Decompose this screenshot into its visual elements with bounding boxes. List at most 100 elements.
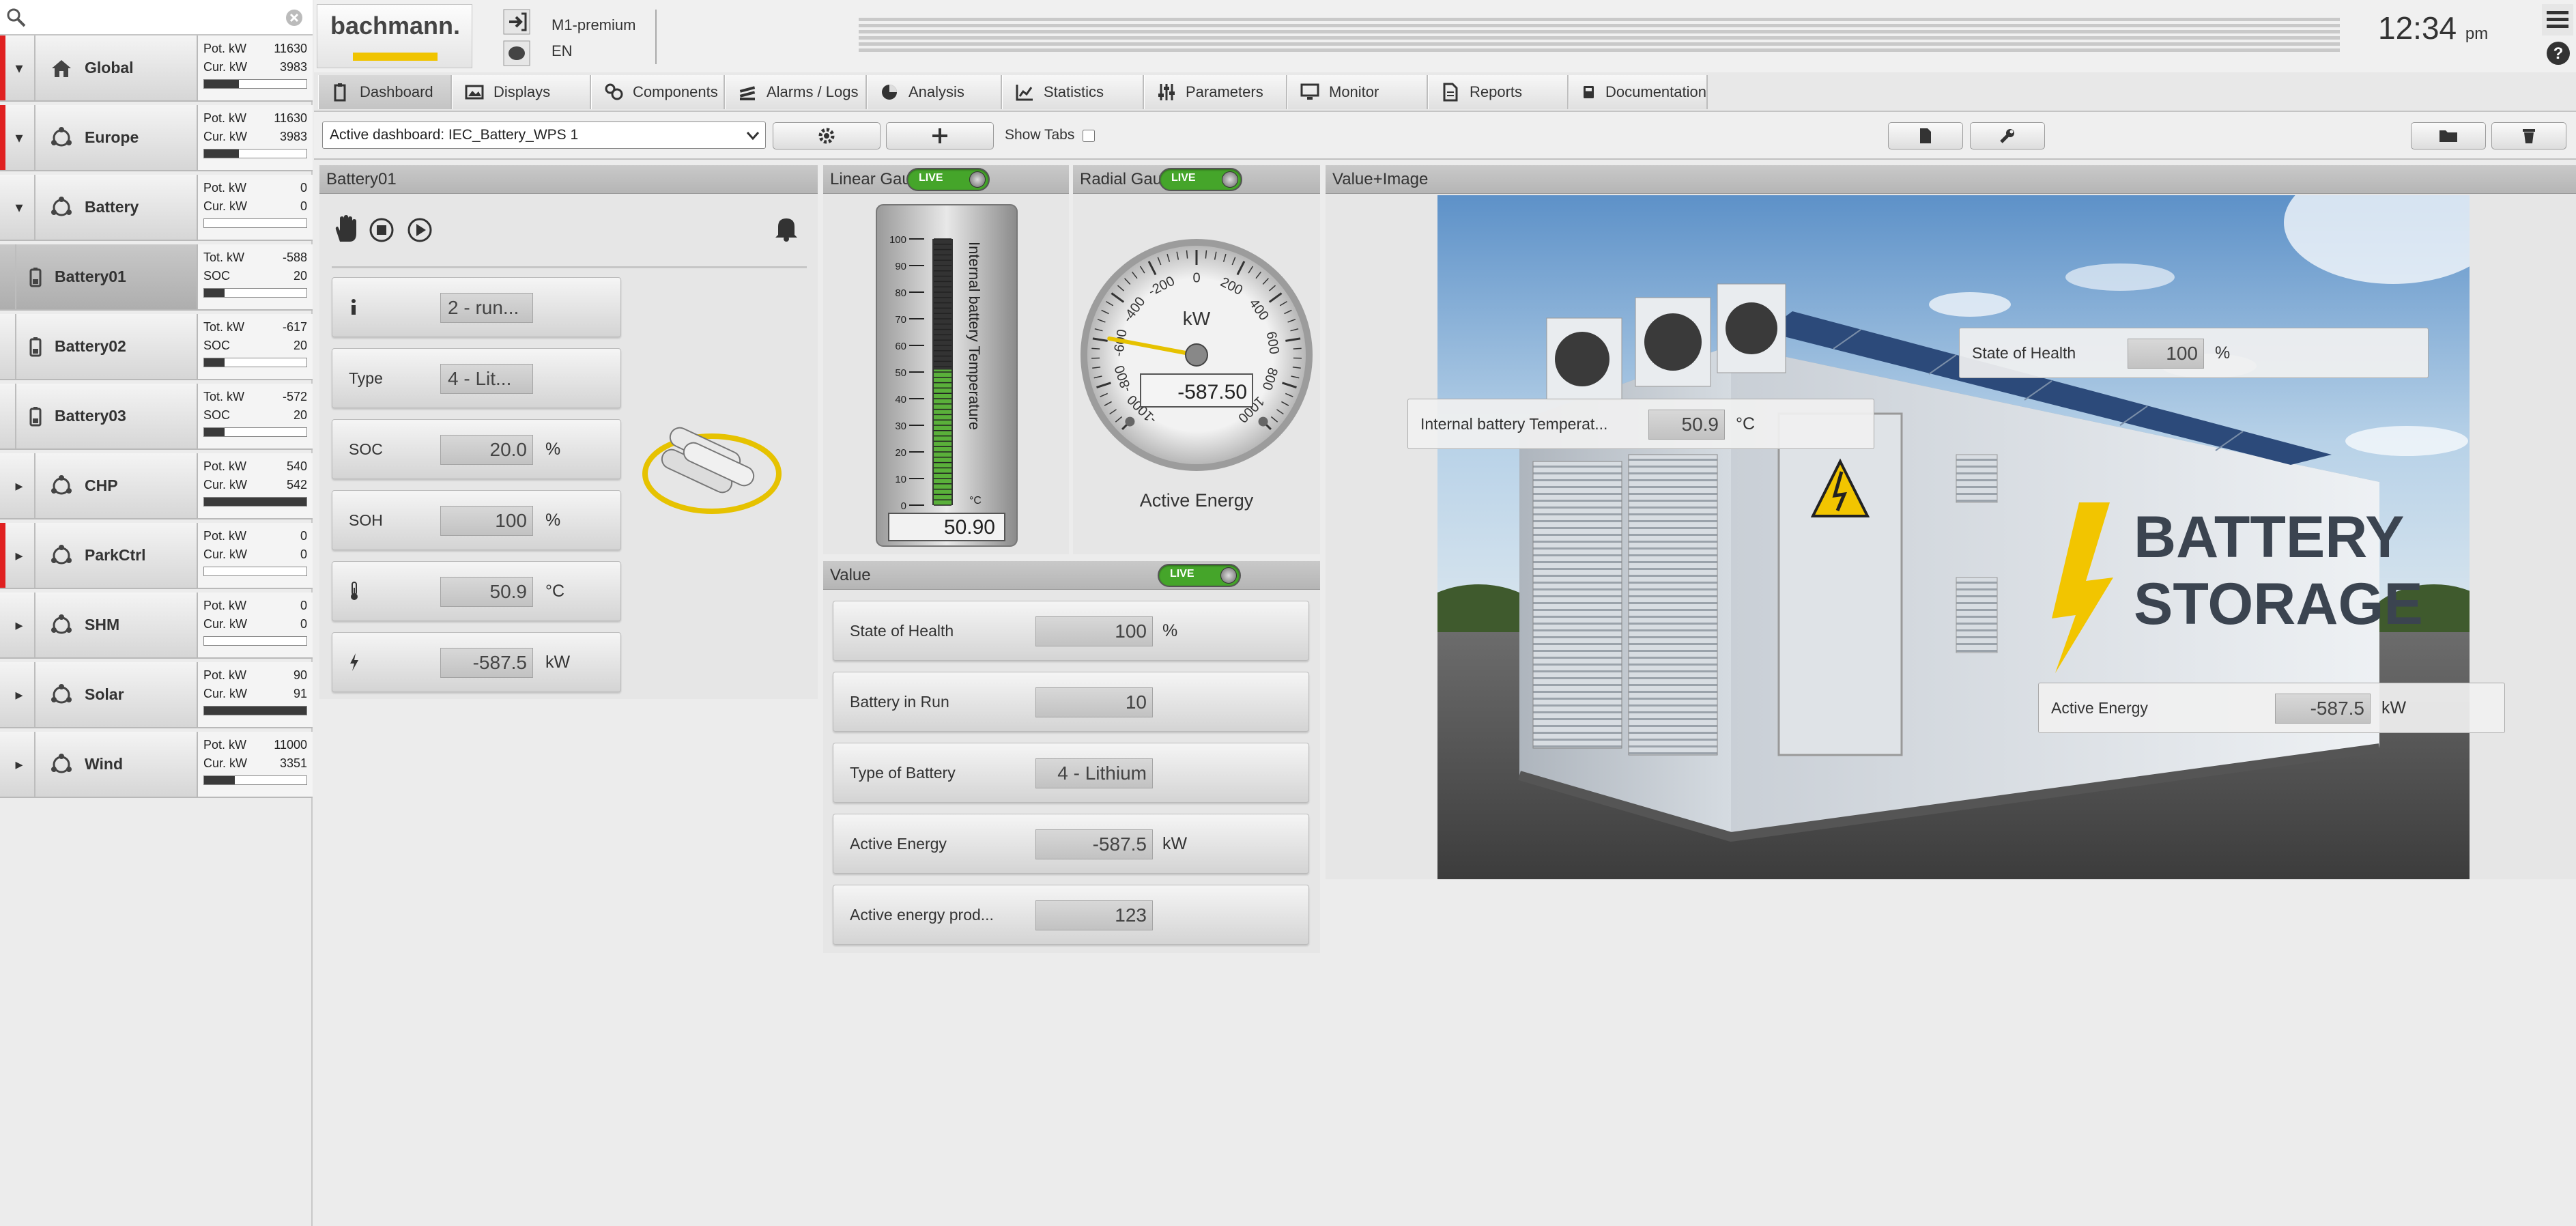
power-bar-fill (204, 80, 239, 88)
gauge-tick-label: 70 (895, 314, 906, 326)
expand-toggle-icon[interactable]: ▾ (7, 175, 31, 240)
plus-icon (932, 128, 947, 143)
stat-value: -572 (282, 390, 307, 403)
gauge-tick-label: 60 (895, 341, 906, 352)
tree-search-input[interactable] (31, 5, 277, 29)
manual-hand-icon[interactable] (333, 214, 359, 243)
expand-toggle-icon[interactable]: ▸ (7, 523, 31, 588)
expand-toggle-icon[interactable]: ▾ (7, 105, 31, 170)
show-tabs-checkbox[interactable] (1083, 130, 1095, 142)
tree-node[interactable]: Battery03 Tot. kW -572 SOC 20 (0, 384, 313, 450)
value-image-title: Value+Image (1326, 165, 2576, 194)
battery-panel: Battery01 2 - run... Type 4 - Lit... SOC 20.… (319, 165, 818, 699)
tree-search (0, 0, 313, 35)
tab-label: Parameters (1186, 83, 1263, 100)
stat-label: Pot. kW (203, 738, 247, 752)
row-label: SOH (349, 511, 383, 529)
hamburger-menu-icon[interactable] (2542, 4, 2573, 35)
row-label: Type (349, 369, 383, 387)
dashboard-select[interactable]: Active dashboard: IEC_Battery_WPS 1 (322, 122, 766, 149)
tab-alarms-logs[interactable]: Alarms / Logs (725, 75, 867, 109)
stop-icon[interactable] (369, 217, 395, 243)
tab-statistics[interactable]: Statistics (1002, 75, 1144, 109)
value-image-panel: Value+Image BATTERY STORAGE State of Hea… (1326, 165, 2576, 879)
row-value: 50.9 (440, 577, 533, 607)
export-button[interactable] (1888, 122, 1963, 149)
expand-toggle-icon[interactable]: ▸ (7, 593, 31, 657)
power-bar-fill (204, 358, 225, 367)
overlay-value: 50.9 (1648, 410, 1725, 440)
power-bar (203, 358, 307, 367)
expand-toggle-icon[interactable]: ▸ (7, 662, 31, 727)
clear-search-icon[interactable] (284, 8, 304, 28)
svg-text:?: ? (2553, 44, 2564, 63)
stat-value: 20 (293, 408, 307, 422)
add-dashboard-button[interactable] (886, 122, 994, 149)
logout-icon[interactable] (502, 8, 531, 35)
tab-parameters[interactable]: Parameters (1144, 75, 1287, 109)
expand-toggle-icon[interactable]: ▸ (7, 453, 31, 518)
expand-toggle-icon[interactable]: ▸ (7, 732, 31, 797)
expand-toggle-icon[interactable]: ▾ (7, 35, 31, 100)
image-overlay-value: Active Energy -587.5 kW (2038, 683, 2505, 733)
live-toggle[interactable]: LIVE (1158, 564, 1241, 587)
panel-divider (332, 266, 807, 268)
play-icon[interactable] (407, 217, 433, 243)
language-icon[interactable] (502, 40, 531, 67)
tab-label: Components (633, 83, 718, 100)
tab-dashboard[interactable]: Dashboard (318, 75, 452, 109)
tree-node[interactable]: ▸ SHM Pot. kW 0 Cur. kW 0 (0, 593, 313, 659)
battery-icon (20, 384, 51, 448)
gauge-readout: -587.50 (1177, 381, 1247, 403)
tab-documentation[interactable]: Documentation (1569, 75, 1708, 109)
stat-value: 11000 (274, 738, 307, 752)
stat-row: SOC 20 (203, 337, 307, 355)
tree-node[interactable]: Battery02 Tot. kW -617 SOC 20 (0, 314, 313, 380)
tab-monitor[interactable]: Monitor (1287, 75, 1428, 109)
stat-row: Cur. kW 3983 (203, 128, 307, 146)
power-bar (203, 775, 307, 785)
tree-node[interactable]: ▸ CHP Pot. kW 540 Cur. kW 542 (0, 453, 313, 519)
battery-value-row: -587.5 kW (332, 632, 621, 692)
tree-line (34, 732, 35, 797)
live-toggle[interactable]: LIVE (1159, 168, 1242, 191)
cluster-icon (46, 175, 76, 240)
help-icon[interactable]: ? (2545, 40, 2572, 67)
row-unit: kW (1162, 833, 1188, 853)
dashboard-settings-button[interactable] (773, 122, 881, 149)
language-code[interactable]: EN (552, 42, 573, 60)
tab-displays[interactable]: Displays (452, 75, 591, 109)
delete-dashboard-button[interactable] (2491, 122, 2566, 149)
bell-icon[interactable] (774, 214, 799, 242)
tree-node[interactable]: Battery01 Tot. kW -588 SOC 20 (0, 244, 313, 311)
stat-row: Pot. kW 11630 (203, 109, 307, 128)
live-toggle[interactable]: LIVE (906, 168, 990, 191)
tab-components[interactable]: Components (591, 75, 725, 109)
stat-label: Cur. kW (203, 756, 248, 770)
tab-label: Analysis (908, 83, 964, 100)
tree-node[interactable]: ▸ Solar Pot. kW 90 Cur. kW 91 (0, 662, 313, 728)
stat-label: Pot. kW (203, 668, 247, 682)
ticker-line (859, 36, 2340, 40)
gauge-tick-label: 30 (895, 420, 906, 432)
open-folder-button[interactable] (2411, 122, 2486, 149)
stat-value: 0 (300, 529, 307, 543)
tree-node[interactable]: ▾ Europe Pot. kW 11630 Cur. kW 3983 (0, 105, 313, 171)
power-bar (203, 567, 307, 576)
value-row: Battery in Run 10 (833, 672, 1309, 732)
edit-tools-button[interactable] (1970, 122, 2045, 149)
power-bar-fill (204, 776, 235, 784)
tab-reports[interactable]: Reports (1428, 75, 1569, 109)
tree-node[interactable]: ▸ Wind Pot. kW 11000 Cur. kW 3351 (0, 732, 313, 798)
app-header: bachmann. M1-premium EN 12:34 pm ? (314, 0, 2576, 72)
dashboard-select-value: Active dashboard: IEC_Battery_WPS 1 (330, 127, 579, 143)
tree-node-label: ParkCtrl (85, 546, 146, 564)
tree-node-label: Battery03 (55, 407, 126, 425)
tree-node[interactable]: ▾ Global Pot. kW 11630 Cur. kW 3983 (0, 35, 313, 102)
tab-label: Alarms / Logs (767, 83, 859, 100)
tree-node[interactable]: ▾ Battery Pot. kW 0 Cur. kW 0 (0, 175, 313, 241)
ticker-line (859, 42, 2340, 46)
tab-analysis[interactable]: Analysis (867, 75, 1002, 109)
tree-node[interactable]: ▸ ParkCtrl Pot. kW 0 Cur. kW 0 (0, 523, 313, 589)
power-bar (203, 218, 307, 228)
